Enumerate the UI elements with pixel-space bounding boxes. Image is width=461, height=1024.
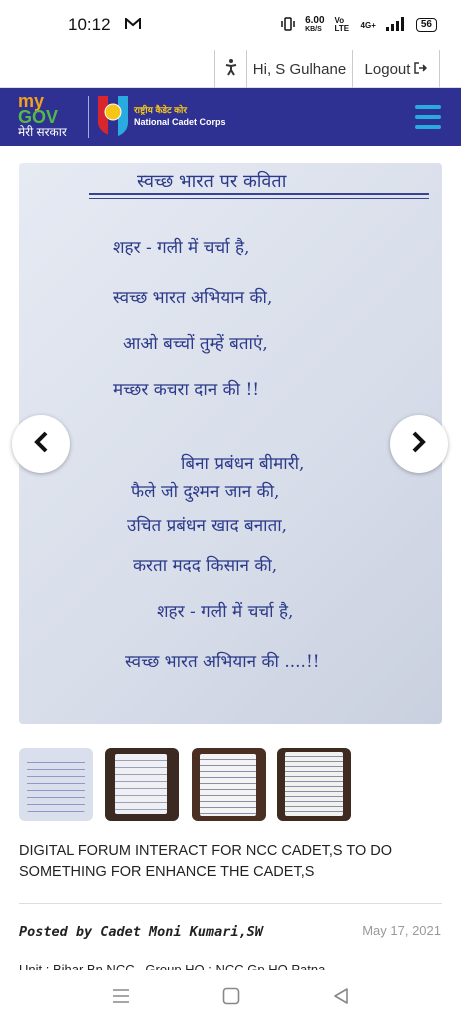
recents-icon[interactable] — [112, 988, 130, 1009]
chevron-left-icon — [32, 431, 50, 458]
post-date: May 17, 2021 — [362, 923, 441, 938]
mygov-gov: GOV — [18, 107, 59, 127]
vibrate-icon — [281, 16, 295, 34]
back-icon[interactable] — [332, 987, 350, 1010]
ncc-wordmark: राष्ट्रीय कैडेट कोर National Cadet Corps — [134, 104, 226, 128]
thumbnail-page — [200, 754, 256, 816]
logout-icon — [414, 61, 428, 78]
greeting-text: Hi, S Gulhane — [252, 60, 347, 78]
logout-label: Logout — [364, 60, 411, 78]
home-icon[interactable] — [222, 987, 240, 1010]
poem-line: उचित प्रबंधन खाद बनाता, — [127, 516, 288, 536]
hamburger-icon[interactable] — [415, 105, 441, 129]
poem-line: शहर - गली में चर्चा है, — [157, 602, 294, 622]
gmail-icon — [124, 15, 141, 35]
status-time: 10:12 — [68, 15, 111, 34]
site-header: my GOV मेरी सरकार राष्ट्रीय कैडेट कोर Na… — [0, 88, 461, 146]
poem-title: स्वच्छ भारत पर कविता — [137, 171, 287, 192]
slider-main-image[interactable]: स्वच्छ भारत पर कविता शहर - गली में चर्चा… — [19, 163, 442, 724]
poem-line: स्वच्छ भारत अभियान की ....!! — [125, 652, 320, 672]
handwritten-poem: स्वच्छ भारत पर कविता शहर - गली में चर्चा… — [19, 163, 442, 724]
posted-by: Posted by Cadet Moni Kumari,SW — [19, 924, 263, 940]
net-speed: 6.00 — [305, 15, 325, 26]
slider-prev-button[interactable] — [12, 415, 70, 473]
poem-line: बिना प्रबंधन बीमारी, — [181, 454, 305, 474]
thumbnail-page — [115, 754, 167, 814]
ncc-hindi: राष्ट्रीय कैडेट कोर — [134, 105, 188, 115]
mygov-sarkar: मेरी सरकार — [18, 125, 67, 139]
signal-icon — [385, 16, 406, 34]
ncc-english: National Cadet Corps — [134, 117, 226, 127]
poem-line: फैले जो दुश्मन जान की, — [131, 482, 280, 502]
user-greeting[interactable]: Hi, S Gulhane — [246, 50, 352, 88]
poem-line: शहर - गली में चर्चा है, — [113, 238, 250, 258]
mygov-logo[interactable]: my GOV मेरी सरकार — [18, 92, 80, 141]
status-bar: 10:12 6.00 KB/S Vo LTE 4G+ 56 — [0, 0, 461, 50]
slider-next-button[interactable] — [390, 415, 448, 473]
thumbnail-page — [27, 756, 85, 812]
poem-line: करता मदद किसान की, — [133, 556, 278, 576]
net-unit: KB/S — [305, 26, 322, 33]
thumbnail-4[interactable] — [277, 748, 351, 821]
divider — [19, 903, 442, 904]
thumbnail-3[interactable] — [192, 748, 266, 821]
accessibility-button[interactable] — [214, 50, 246, 88]
chevron-right-icon — [410, 431, 428, 458]
thumbnail-page — [285, 752, 343, 816]
ncc-emblem[interactable] — [96, 94, 130, 138]
poem-line: स्वच्छ भारत अभियान की, — [113, 288, 273, 308]
title-underline — [89, 193, 429, 195]
volte-indicator: Vo LTE — [334, 16, 350, 33]
post-caption: DIGITAL FORUM INTERACT FOR NCC CADET,S T… — [19, 843, 392, 880]
system-navigation-bar — [0, 970, 461, 1024]
thumbnail-2[interactable] — [105, 748, 179, 821]
logo-divider — [88, 96, 89, 138]
accessibility-icon — [223, 58, 239, 80]
title-underline-2 — [89, 198, 429, 199]
poem-line: आओ बच्चों तुम्हें बताएं, — [123, 334, 268, 354]
user-bar: Hi, S Gulhane Logout — [0, 50, 461, 88]
battery-indicator: 56 — [415, 18, 437, 32]
thumbnail-1[interactable] — [19, 748, 93, 821]
poem-line: मच्छर कचरा दान की !! — [113, 380, 260, 400]
logout-button[interactable]: Logout — [352, 50, 440, 88]
network-indicator: 4G+ — [360, 20, 376, 30]
